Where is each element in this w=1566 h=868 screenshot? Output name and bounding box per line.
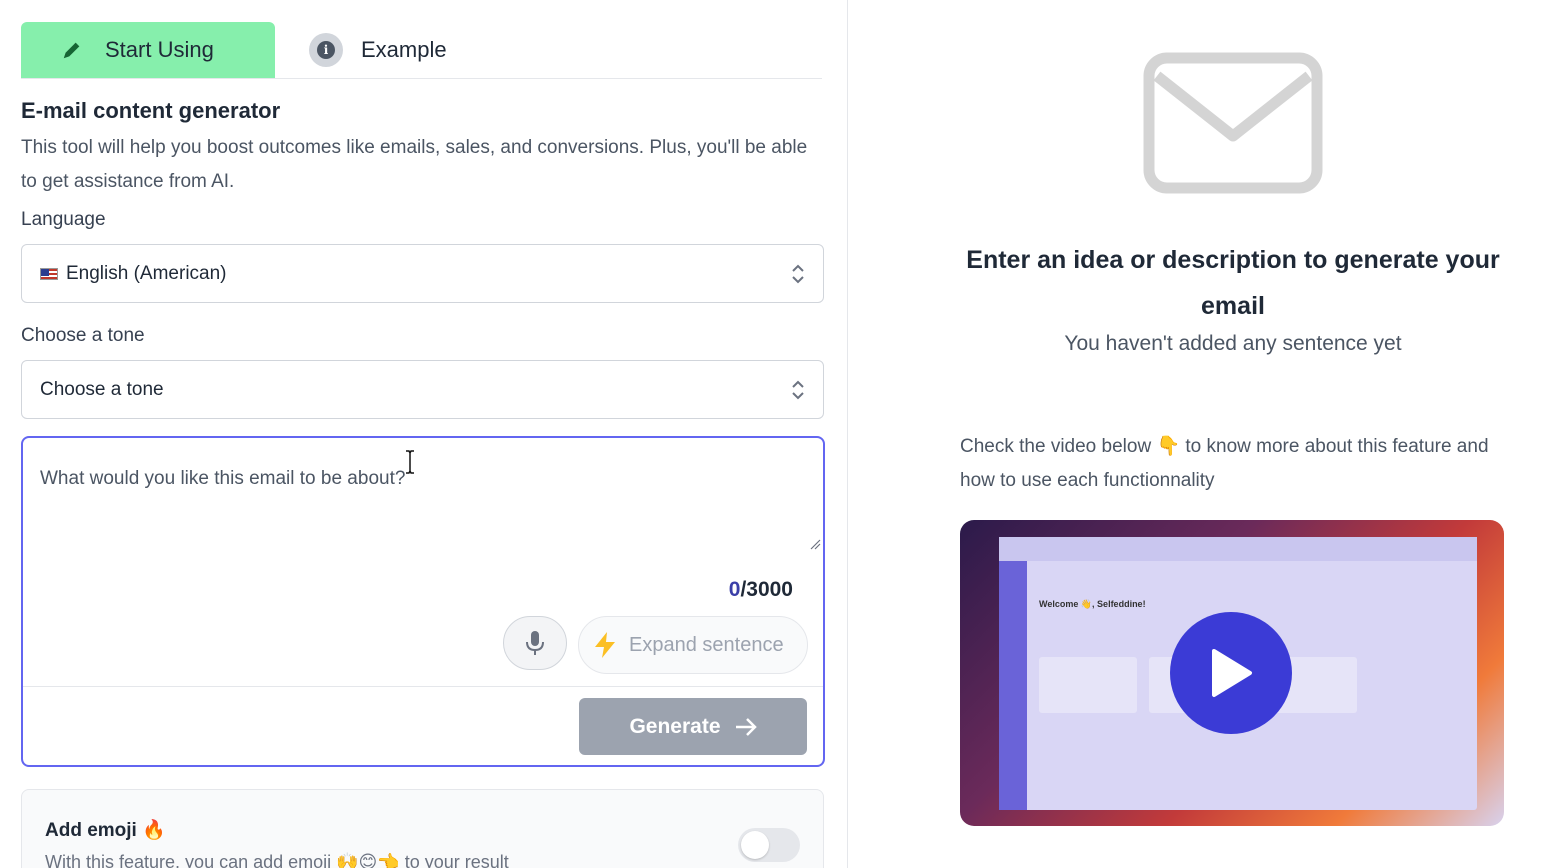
right-panel: Enter an idea or description to generate…: [848, 0, 1566, 868]
tab-start-using-label: Start Using: [105, 37, 214, 62]
language-value: English (American): [66, 262, 227, 284]
language-select[interactable]: English (American): [21, 244, 824, 303]
generate-label: Generate: [629, 714, 721, 738]
expand-sentence-label: Expand sentence: [629, 633, 784, 656]
video-browser-bar: [999, 537, 1477, 561]
page-title: E-mail content generator: [21, 98, 281, 123]
generate-button[interactable]: Generate: [579, 698, 807, 755]
empty-state-title: Enter an idea or description to generate…: [966, 246, 1500, 320]
video-hint: Check the video below 👇 to know more abo…: [960, 436, 1489, 491]
tab-example-label: Example: [361, 37, 447, 62]
tone-select[interactable]: Choose a tone: [21, 360, 824, 419]
microphone-button[interactable]: [503, 616, 567, 670]
info-icon: i: [309, 33, 343, 67]
tab-example[interactable]: i Example: [309, 22, 509, 78]
microphone-icon: [526, 631, 544, 655]
pencil-icon: [63, 42, 80, 59]
left-panel: Start Using i Example E-mail content gen…: [0, 0, 848, 868]
tone-label: Choose a tone: [21, 325, 145, 346]
us-flag-icon: [40, 267, 58, 280]
play-button[interactable]: [1170, 612, 1292, 734]
language-label: Language: [21, 209, 106, 230]
resize-handle-icon[interactable]: [809, 538, 821, 550]
page-description: This tool will help you boost outcomes l…: [21, 137, 808, 192]
select-chevron-icon: [792, 380, 804, 400]
prompt-card: What would you like this email to be abo…: [21, 436, 825, 767]
play-icon: [1212, 649, 1252, 697]
lightning-icon: [595, 632, 615, 658]
emoji-description: With this feature, you can add emoji 🙌😊👈…: [45, 852, 509, 868]
empty-state-subtitle: You haven't added any sentence yet: [1064, 332, 1402, 355]
video-sidebar: [999, 561, 1027, 810]
expand-sentence-button[interactable]: Expand sentence: [578, 616, 808, 674]
tab-start-using[interactable]: Start Using: [21, 22, 275, 78]
tab-bar: Start Using i Example: [21, 22, 822, 79]
arrow-right-icon: [735, 717, 757, 736]
emoji-title: Add emoji 🔥: [45, 820, 166, 841]
video-welcome-text: Welcome 👋, Selfeddine!: [1039, 599, 1146, 609]
select-chevron-icon: [792, 264, 804, 284]
prompt-textarea[interactable]: What would you like this email to be abo…: [40, 468, 405, 490]
card-divider: [23, 686, 823, 687]
mail-icon: [1143, 52, 1323, 194]
emoji-feature-card: Add emoji 🔥 With this feature, you can a…: [21, 789, 824, 868]
character-counter: 0/3000: [728, 578, 793, 601]
tone-value: Choose a tone: [40, 378, 164, 400]
text-cursor-icon: [406, 450, 414, 474]
tutorial-video[interactable]: Welcome 👋, Selfeddine!: [960, 520, 1504, 826]
video-library-card: [1039, 657, 1137, 713]
emoji-toggle[interactable]: [738, 828, 800, 862]
